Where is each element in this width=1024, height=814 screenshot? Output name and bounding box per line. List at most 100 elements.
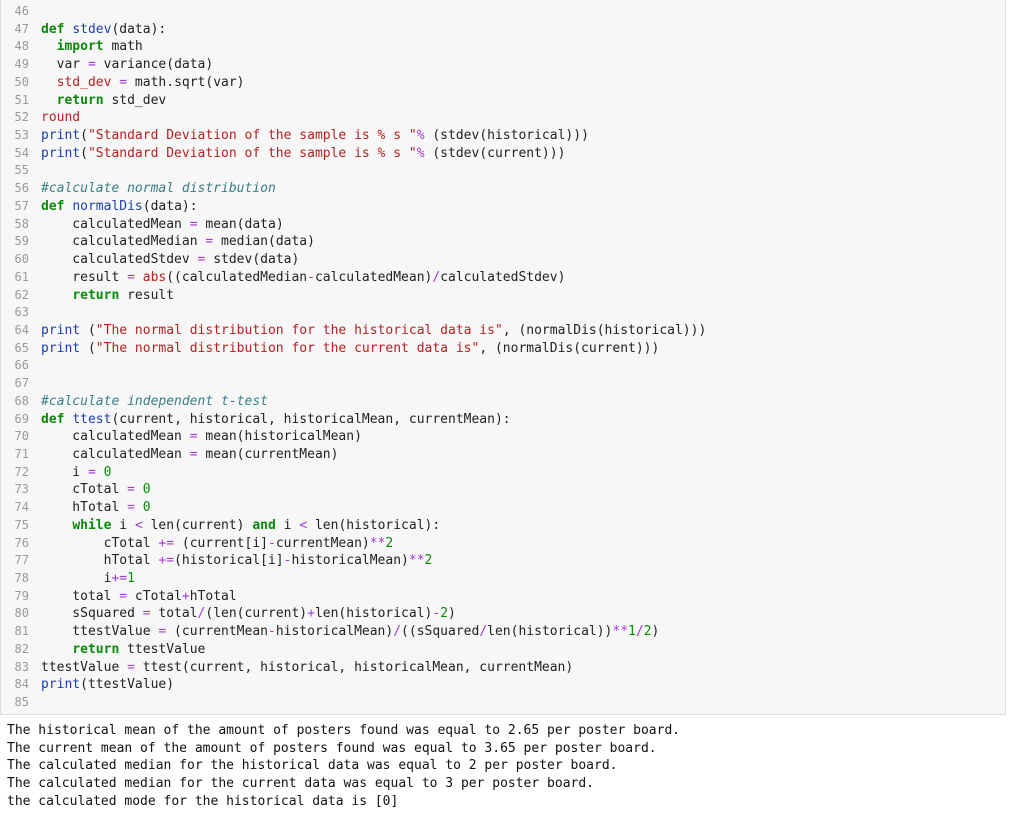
code-token: historicalMean) xyxy=(291,553,409,569)
output-line: The current mean of the amount of poster… xyxy=(7,740,657,756)
line-number: 60 xyxy=(14,252,29,267)
code-token: while xyxy=(72,517,112,533)
code-line[interactable]: 59 calculatedMedian = median(data) xyxy=(1,233,1005,251)
code-token: round xyxy=(41,110,81,126)
code-token: 2 xyxy=(440,606,449,622)
line-number: 65 xyxy=(14,340,29,355)
code-token: / xyxy=(432,269,441,285)
code-line[interactable]: 68 #calculate independent t-test xyxy=(1,393,1005,411)
code-line[interactable]: 77 hTotal +=(historical[i]-historicalMea… xyxy=(1,552,1005,570)
code-line[interactable]: 71 calculatedMean = mean(currentMean) xyxy=(1,446,1005,464)
code-token: / xyxy=(393,624,402,640)
code-line[interactable]: 78 i+=1 xyxy=(1,570,1005,588)
code-token: return xyxy=(72,287,120,303)
code-line[interactable]: 85 xyxy=(1,694,1005,712)
code-line[interactable]: 60 calculatedStdev = stdev(data) xyxy=(1,251,1005,269)
code-line[interactable]: 67 xyxy=(1,375,1005,393)
line-number: 70 xyxy=(14,429,29,444)
code-line[interactable]: 63 xyxy=(1,304,1005,322)
code-line[interactable]: 69 def ttest(current, historical, histori… xyxy=(1,411,1005,429)
code-token: "Standard Deviation of the sample is % s… xyxy=(87,145,417,161)
code-token: < xyxy=(134,517,143,533)
line-number: 69 xyxy=(14,411,29,426)
code-line[interactable]: 72 i = 0 xyxy=(1,464,1005,482)
line-number: 49 xyxy=(14,57,29,72)
code-text: calculatedMean = mean(data) xyxy=(41,217,283,232)
code-text: print ("The normal distribution for the … xyxy=(41,323,706,338)
code-line[interactable]: 70 calculatedMean = mean(historicalMean) xyxy=(1,428,1005,446)
code-token: = xyxy=(119,74,128,90)
code-editor[interactable]: 46 47 def stdev(data): 48 import math 49 var… xyxy=(0,0,1006,715)
code-line[interactable]: 51 return std_dev xyxy=(1,92,1005,110)
code-line[interactable]: 46 xyxy=(1,3,1005,21)
code-line[interactable]: 73 cTotal = 0 xyxy=(1,481,1005,499)
code-token: 1 xyxy=(127,571,135,586)
code-line[interactable]: 57 def normalDis(data): xyxy=(1,198,1005,216)
code-token: i xyxy=(41,571,112,586)
code-token: stdev xyxy=(72,21,112,37)
code-token: = xyxy=(127,659,135,675)
code-token: = xyxy=(127,482,135,498)
code-token: calculatedStdev xyxy=(41,252,198,268)
code-line[interactable]: 61 result = abs((calculatedMedian-calcul… xyxy=(1,269,1005,287)
code-line[interactable]: 74 hTotal = 0 xyxy=(1,499,1005,517)
code-line[interactable]: 54 print("Standard Deviation of the sampl… xyxy=(1,145,1005,163)
code-line[interactable]: 53 print("Standard Deviation of the sampl… xyxy=(1,127,1005,145)
code-token: def xyxy=(41,198,73,214)
code-text: cTotal = 0 xyxy=(41,482,150,498)
code-token: 2 xyxy=(424,553,433,569)
code-line[interactable]: 76 cTotal += (current[i]-currentMean)**2 xyxy=(1,535,1005,553)
code-line[interactable]: 64 print ("The normal distribution for th… xyxy=(1,322,1005,340)
code-text: std_dev = math.sqrt(var) xyxy=(41,75,245,90)
code-line[interactable]: 58 calculatedMean = mean(data) xyxy=(1,216,1005,234)
line-number: 82 xyxy=(14,641,29,656)
line-number: 56 xyxy=(14,181,29,196)
code-text: print ("The normal distribution for the … xyxy=(41,341,659,356)
code-token: = xyxy=(87,57,96,73)
code-token: += xyxy=(158,553,175,569)
code-line[interactable]: 81 ttestValue = (currentMean-historicalM… xyxy=(1,623,1005,641)
code-token: cTotal xyxy=(41,535,159,551)
code-text: calculatedMean = mean(historicalMean) xyxy=(41,429,362,444)
code-line[interactable]: 52 round xyxy=(1,109,1005,127)
code-token: median(data) xyxy=(213,234,315,250)
code-token: ** xyxy=(408,553,425,569)
code-line[interactable]: 62 return result xyxy=(1,287,1005,305)
code-line[interactable]: 48 import math xyxy=(1,38,1005,56)
code-text: calculatedStdev = stdev(data) xyxy=(41,252,299,267)
code-line[interactable]: 75 while i < len(current) and i < len(hi… xyxy=(1,517,1005,535)
code-token: mean(currentMean) xyxy=(197,446,339,462)
code-token: sSquared xyxy=(41,606,143,622)
code-token: stdev(data) xyxy=(205,252,300,268)
code-text: calculatedMean = mean(currentMean) xyxy=(41,447,338,462)
code-line[interactable]: 84 print(ttestValue) xyxy=(1,676,1005,694)
code-token: print xyxy=(41,322,81,338)
code-token: "Standard Deviation of the sample is % s… xyxy=(87,128,417,144)
code-text: print("Standard Deviation of the sample … xyxy=(41,128,589,143)
code-line[interactable]: 49 var = variance(data) xyxy=(1,56,1005,74)
code-line[interactable]: 66 xyxy=(1,357,1005,375)
code-line[interactable]: 80 sSquared = total/(len(current)+len(hi… xyxy=(1,605,1005,623)
code-line[interactable]: 55 xyxy=(1,162,1005,180)
code-token: hTotal xyxy=(189,588,237,604)
code-token: (historical[i] xyxy=(174,553,284,569)
line-number: 55 xyxy=(14,163,29,178)
code-token: calculatedMean) xyxy=(314,269,433,285)
line-number: 50 xyxy=(14,74,29,89)
code-line[interactable]: 83 ttestValue = ttest(current, historical… xyxy=(1,659,1005,677)
code-line[interactable]: 47 def stdev(data): xyxy=(1,21,1005,39)
code-token: "The normal distribution for the histori… xyxy=(95,322,503,338)
code-line[interactable]: 82 return ttestValue xyxy=(1,641,1005,659)
code-line[interactable]: 65 print ("The normal distribution for th… xyxy=(1,340,1005,358)
code-line[interactable]: 79 total = cTotal+hTotal xyxy=(1,588,1005,606)
code-token: 2 xyxy=(385,535,394,551)
code-token: print xyxy=(41,677,81,693)
code-token: return xyxy=(56,92,104,108)
code-line[interactable]: 56 #calculate normal distribution xyxy=(1,180,1005,198)
code-token: print xyxy=(41,145,81,161)
code-line[interactable]: 50 std_dev = math.sqrt(var) xyxy=(1,74,1005,92)
code-lines[interactable]: 46 47 def stdev(data): 48 import math 49 var… xyxy=(1,3,1005,712)
line-number: 77 xyxy=(14,553,29,568)
